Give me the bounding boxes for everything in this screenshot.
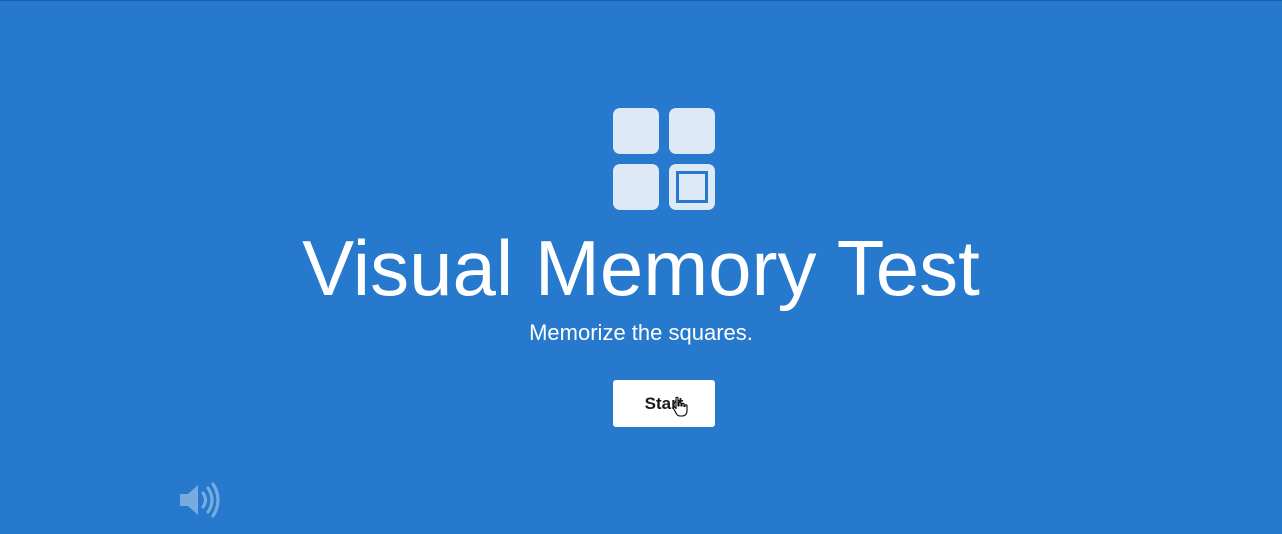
hand-pointer-cursor-icon [672,396,688,417]
start-button[interactable]: Start [613,380,715,427]
page-title: Visual Memory Test [302,224,980,312]
logo-tile-top-left [613,108,659,154]
grid-squares-icon [613,108,715,210]
logo-tile-top-right [669,108,715,154]
visual-memory-start-screen: Visual Memory Test Memorize the squares.… [0,0,1282,534]
speaker-volume-icon[interactable] [178,482,222,518]
page-subtitle: Memorize the squares. [529,320,753,345]
logo-tile-bottom-left [613,164,659,210]
logo-tile-bottom-right-outlined [669,164,715,210]
